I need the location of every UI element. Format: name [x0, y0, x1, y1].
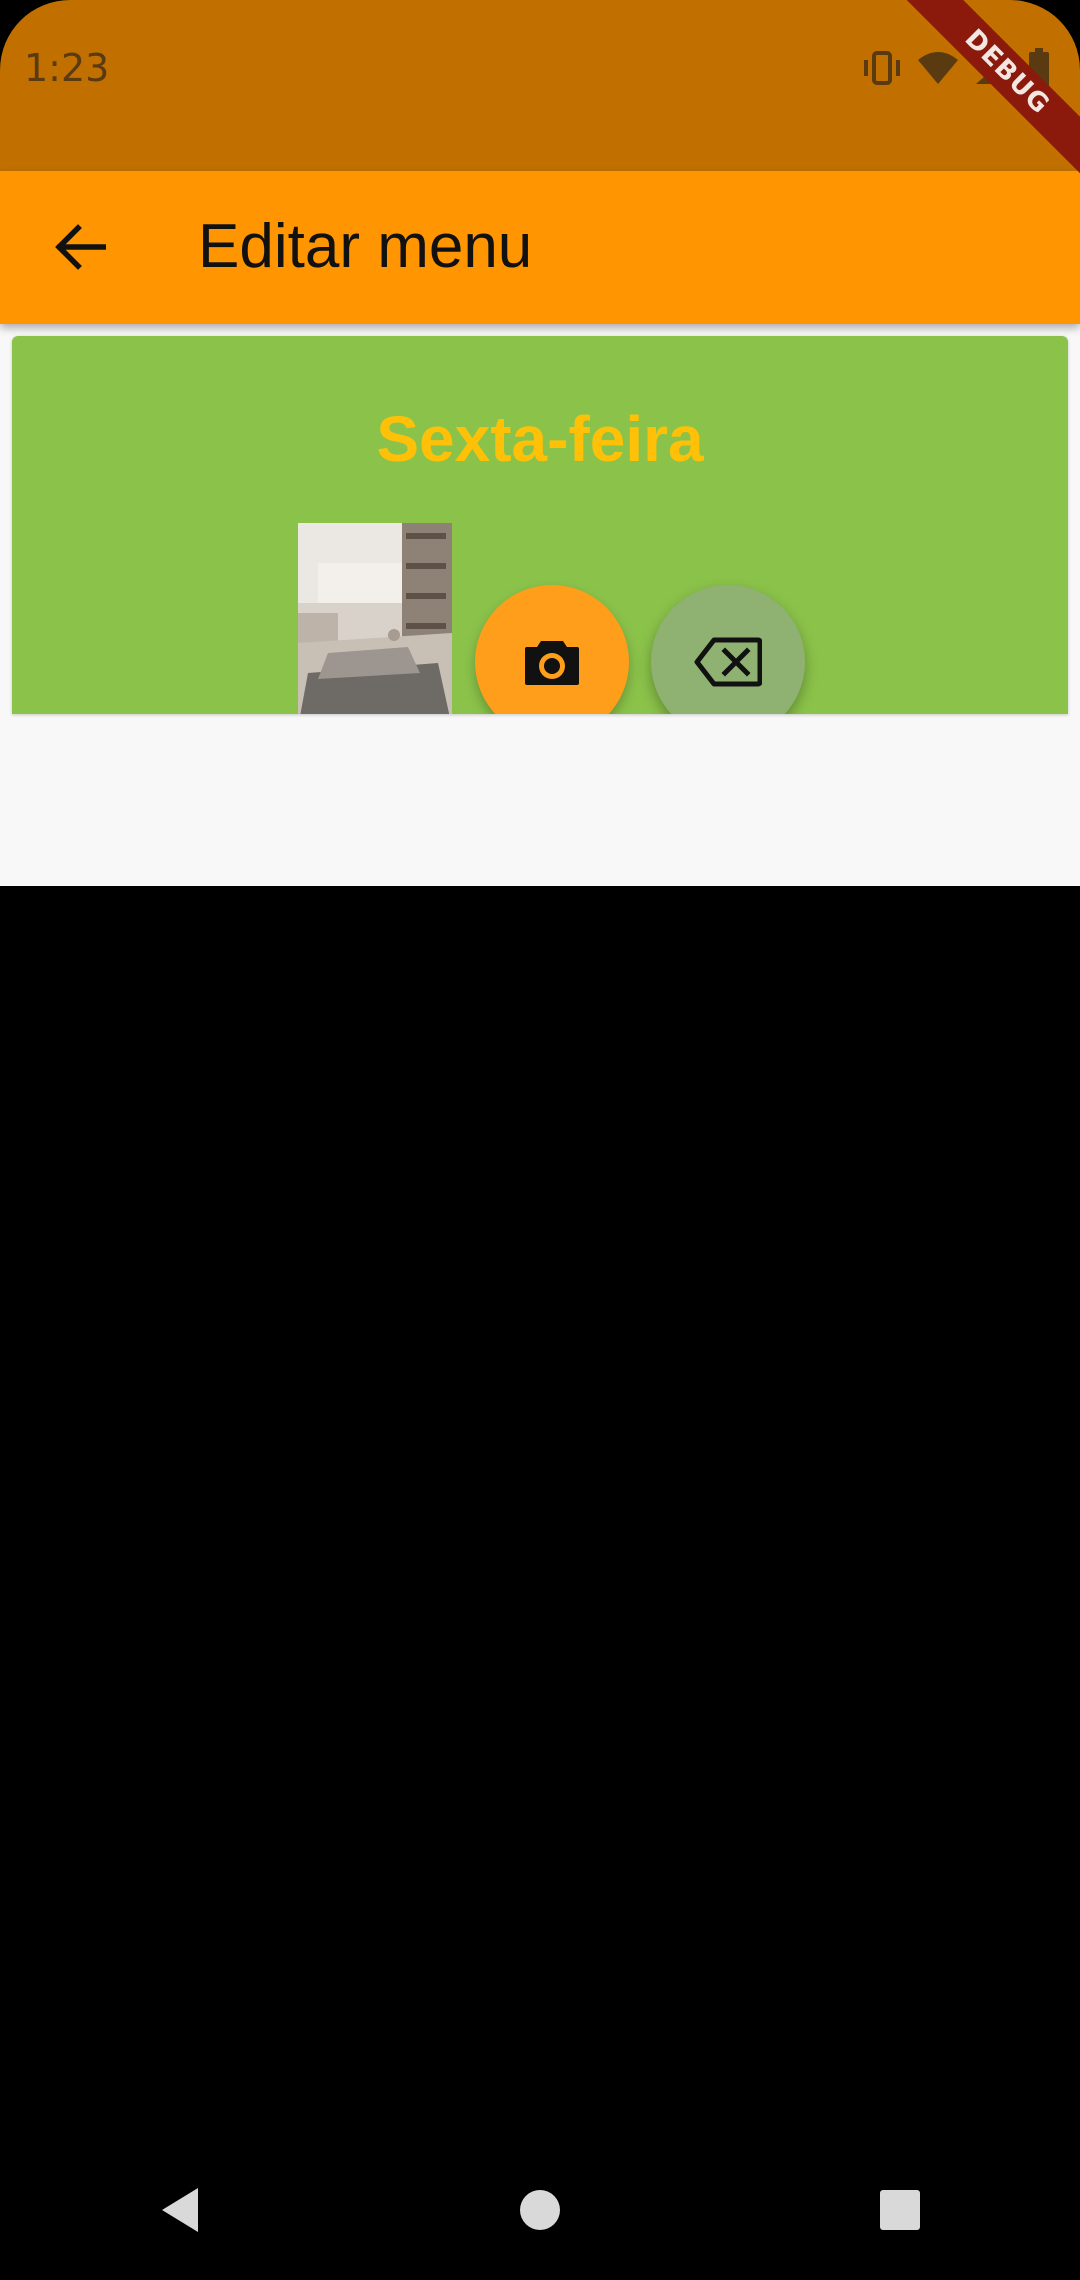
home-circle-icon [520, 2190, 560, 2230]
nav-recents-button[interactable] [840, 2150, 960, 2270]
status-icons [862, 48, 1050, 88]
battery-icon [1028, 48, 1050, 88]
status-time: 1:23 [24, 46, 110, 90]
wifi-icon [916, 50, 960, 86]
take-photo-button[interactable] [475, 585, 629, 714]
back-triangle-icon [162, 2188, 198, 2232]
screen: 1:23 DEBUG Editar menu Sexta-feira [0, 0, 1080, 2280]
nav-back-button[interactable] [120, 2150, 240, 2270]
signal-icon [974, 50, 1014, 86]
status-bar: 1:23 [0, 0, 1080, 171]
vibrate-icon [862, 50, 902, 86]
backspace-icon [694, 637, 762, 687]
recents-square-icon [880, 2190, 920, 2230]
menu-photo [298, 523, 452, 714]
app-bar: Editar menu [0, 171, 1080, 324]
arrow-left-icon [55, 224, 106, 270]
remove-photo-button[interactable] [651, 585, 805, 714]
camera-icon [525, 641, 579, 685]
content-area: Sexta-feira [0, 324, 1080, 886]
back-button[interactable] [40, 207, 120, 287]
menu-day-card: Sexta-feira [12, 336, 1068, 714]
day-title: Sexta-feira [376, 403, 704, 475]
nav-home-button[interactable] [480, 2150, 600, 2270]
system-nav-bar [0, 2140, 1080, 2280]
page-title: Editar menu [198, 212, 533, 281]
